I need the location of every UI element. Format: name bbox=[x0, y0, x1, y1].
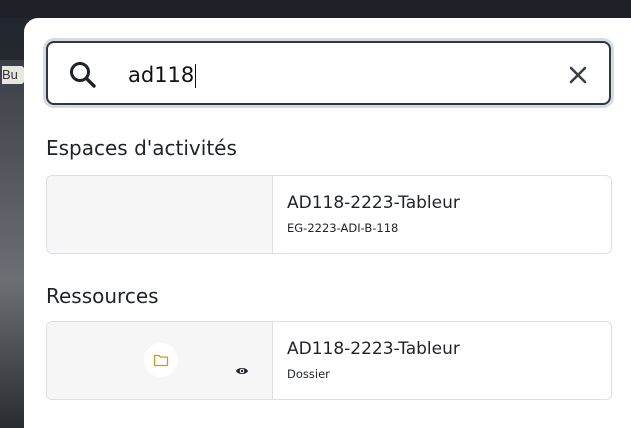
result-subtitle: EG-2223-ADI-B-118 bbox=[287, 221, 399, 235]
section-title-espaces: Espaces d'activités bbox=[46, 136, 237, 160]
backdrop-left-strip bbox=[0, 60, 24, 428]
eye-icon bbox=[236, 368, 248, 374]
search-icon bbox=[70, 62, 96, 88]
result-thumbnail bbox=[47, 322, 273, 399]
folder-badge bbox=[144, 343, 178, 377]
folder-icon bbox=[153, 354, 169, 367]
close-icon[interactable] bbox=[565, 62, 591, 88]
search-panel: ad118 Espaces d'activités AD118-2223-Tab… bbox=[24, 18, 631, 428]
search-input-value: ad118 bbox=[128, 63, 195, 87]
result-thumbnail bbox=[47, 176, 273, 253]
search-field[interactable]: ad118 bbox=[46, 41, 611, 105]
search-input[interactable]: ad118 bbox=[128, 60, 197, 90]
result-title: AD118-2223-Tableur bbox=[287, 193, 460, 213]
result-info: AD118-2223-Tableur Dossier bbox=[287, 338, 460, 382]
result-card-espace[interactable]: AD118-2223-Tableur EG-2223-ADI-B-118 bbox=[46, 175, 612, 254]
result-title: AD118-2223-Tableur bbox=[287, 339, 460, 359]
text-caret bbox=[195, 64, 197, 88]
section-title-ressources: Ressources bbox=[46, 284, 159, 308]
result-card-ressource[interactable]: AD118-2223-Tableur Dossier bbox=[46, 321, 612, 400]
result-subtitle: Dossier bbox=[287, 367, 330, 381]
result-info: AD118-2223-Tableur EG-2223-ADI-B-118 bbox=[287, 192, 460, 236]
backdrop-top-bar bbox=[0, 0, 631, 18]
background-button-label: Bu bbox=[2, 66, 24, 84]
